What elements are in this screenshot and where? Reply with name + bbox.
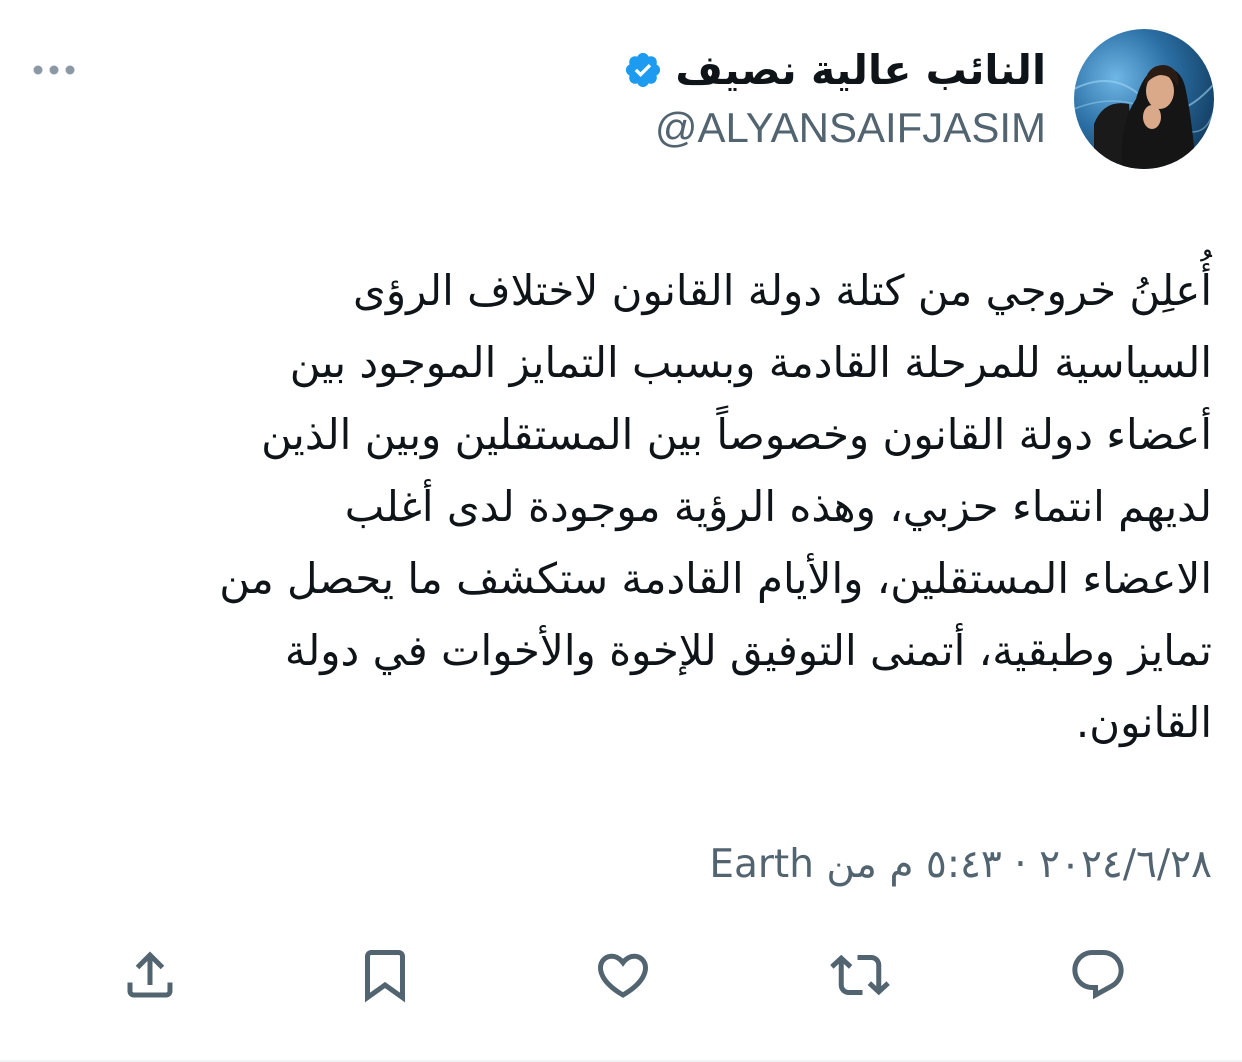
bookmark-button[interactable] — [350, 935, 420, 1015]
tweet-line: أعضاء دولة القانون وخصوصاً بين المستقلين… — [261, 410, 1212, 459]
tweet-time[interactable]: ٥:٤٣ م — [889, 842, 1002, 887]
tweet-line: لديهم انتماء حزبي، وهذه الرؤية موجودة لد… — [344, 482, 1212, 531]
more-options-icon[interactable] — [30, 55, 78, 85]
tweet-line: تمايز وطبقية، أتمنى التوفيق للإخوة والأخ… — [284, 626, 1212, 675]
reply-icon — [1072, 950, 1124, 1000]
tweet-source: Earth — [709, 842, 814, 887]
source-prefix: من — [826, 842, 877, 887]
heart-icon — [597, 953, 649, 998]
share-button[interactable] — [115, 935, 185, 1015]
display-name-row[interactable]: النائب عالية نصيف — [623, 40, 1046, 100]
retweet-button[interactable] — [825, 935, 895, 1015]
tweet-date[interactable]: ٢٠٢٤/٦/٢٨ — [1039, 842, 1212, 887]
tweet-line: أُعلِنُ خروجي من كتلة دولة القانون لاختل… — [352, 266, 1212, 315]
display-name[interactable]: النائب عالية نصيف — [675, 46, 1046, 94]
tweet-line: الاعضاء المستقلين، والأيام القادمة ستكشف… — [219, 554, 1212, 603]
user-handle[interactable]: @ALYANSAIFJASIM — [655, 104, 1046, 152]
meta-separator: · — [1014, 842, 1027, 887]
tweet-line: القانون. — [1075, 698, 1212, 747]
bookmark-icon — [365, 950, 405, 1003]
like-button[interactable] — [588, 935, 658, 1015]
action-bar — [0, 935, 1242, 1015]
tweet-text: أُعلِنُ خروجي من كتلة دولة القانون لاختل… — [30, 255, 1212, 759]
share-icon — [127, 951, 173, 998]
profile-photo-avatar — [1074, 29, 1214, 169]
retweet-icon — [830, 954, 890, 996]
tweet-line: السياسية للمرحلة القادمة وبسبب التمايز ا… — [289, 338, 1212, 387]
avatar[interactable] — [1074, 29, 1214, 169]
reply-button[interactable] — [1063, 935, 1133, 1015]
verified-badge-icon — [623, 50, 663, 90]
tweet-meta: ٢٠٢٤/٦/٢٨ · ٥:٤٣ م من Earth — [709, 842, 1212, 887]
